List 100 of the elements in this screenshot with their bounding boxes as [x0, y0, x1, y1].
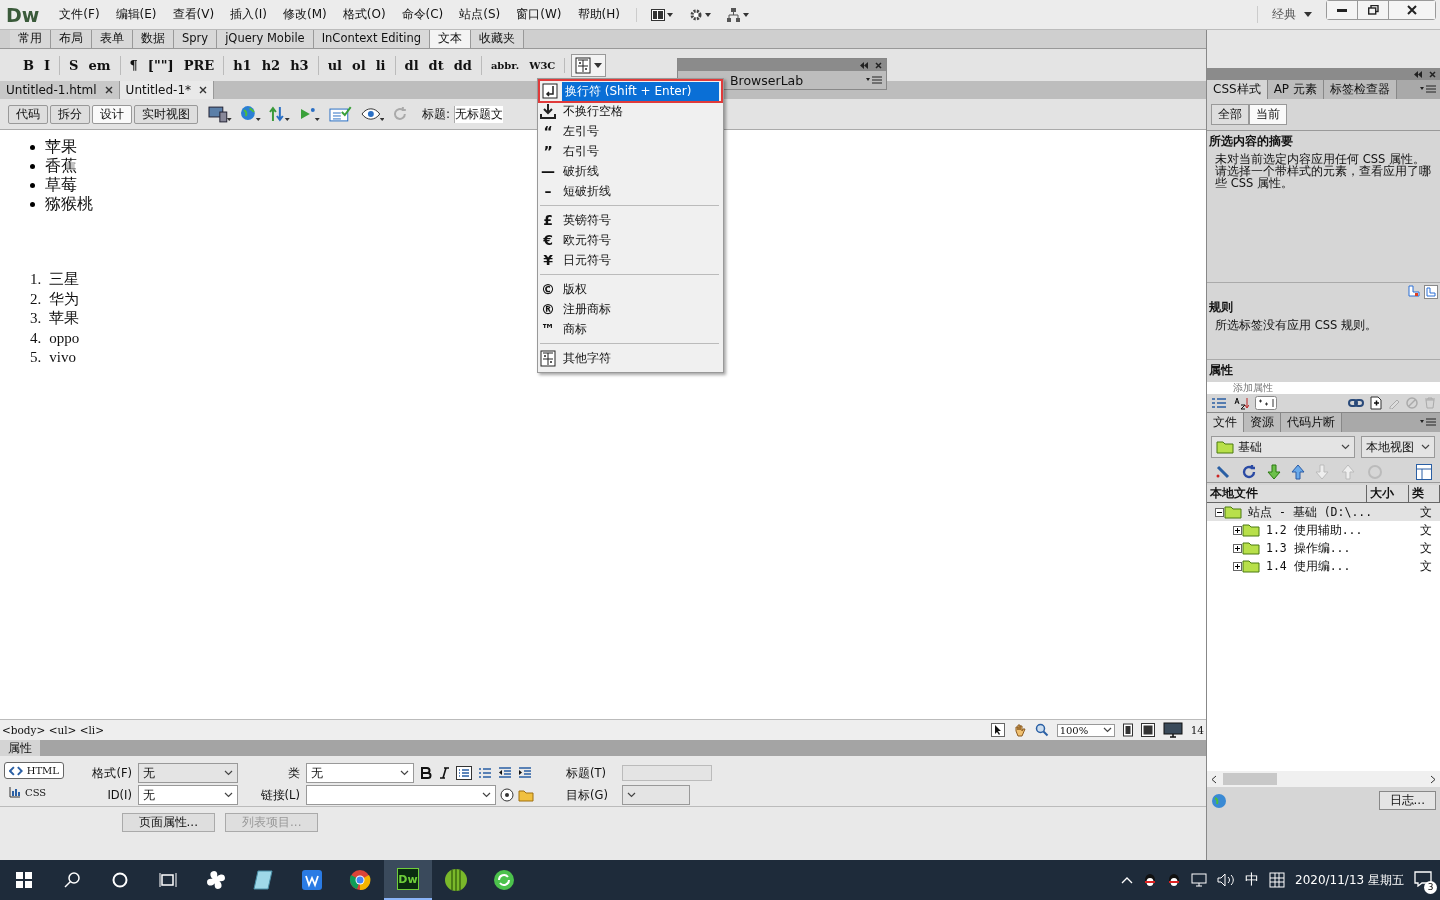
menu-item[interactable]: 不换行空格 [560, 101, 626, 121]
expand-panel-icon[interactable] [1416, 464, 1432, 480]
insert-tab[interactable]: Spry [174, 30, 218, 48]
tree-item[interactable]: 1.2 使用辅助... [1266, 522, 1363, 538]
panel-tab[interactable]: 属性 [0, 740, 40, 756]
menu-item[interactable]: 编辑(E) [107, 4, 165, 25]
menu-item[interactable]: 窗口(W) [508, 4, 570, 25]
format-button[interactable]: em [83, 55, 116, 75]
volume-icon[interactable] [1217, 873, 1235, 887]
category-view-icon[interactable] [1211, 397, 1227, 409]
penguin-icon[interactable] [1167, 872, 1181, 888]
panel-tab[interactable]: 资源 [1244, 413, 1281, 432]
menu-item[interactable]: 查看(V) [164, 4, 223, 25]
scrollbar-thumb[interactable] [1223, 773, 1277, 785]
menu-item[interactable]: 注册商标 [560, 299, 614, 319]
class-select[interactable]: 无 [306, 763, 414, 783]
format-button[interactable]: W3C [524, 57, 561, 73]
document-tab[interactable]: Untitled-1.html [0, 81, 120, 99]
keyboard-grid-icon[interactable] [1269, 872, 1285, 888]
format-button[interactable]: dd [448, 55, 477, 75]
close-button[interactable] [1388, 1, 1435, 19]
format-button[interactable]: abbr. [485, 57, 525, 73]
document-app-icon[interactable] [301, 869, 323, 891]
eye-icon[interactable] [360, 105, 385, 123]
panel-tab[interactable]: CSS样式 [1207, 80, 1268, 99]
checklist-icon[interactable] [328, 105, 353, 123]
outdent-icon[interactable] [498, 767, 512, 779]
view-select[interactable]: 本地视图 [1361, 436, 1435, 458]
title-input[interactable] [622, 765, 712, 781]
format-button[interactable]: h3 [285, 55, 314, 75]
menu-item[interactable]: 日元符号 [560, 250, 614, 270]
minimize-button[interactable] [1327, 1, 1357, 19]
zoom-icon[interactable] [1034, 723, 1049, 737]
refresh-icon[interactable] [1241, 464, 1257, 480]
menu-icon[interactable] [866, 75, 882, 85]
set-properties-icon[interactable] [1255, 396, 1277, 410]
insert-tab[interactable]: 布局 [51, 30, 92, 48]
column-header[interactable]: 本地文件 [1207, 485, 1367, 502]
format-button[interactable]: h2 [256, 55, 286, 75]
check-in-icon[interactable] [1341, 464, 1357, 480]
check-out-icon[interactable] [1315, 464, 1331, 480]
mode-button[interactable]: HTML [4, 762, 64, 779]
menu-item[interactable]: 右引号 [560, 141, 602, 161]
format-button[interactable]: ol [347, 55, 371, 75]
upload-arrow-icon[interactable] [1291, 464, 1305, 480]
insert-tab[interactable]: 表单 [92, 30, 133, 48]
view-button[interactable]: 设计 [92, 104, 132, 124]
numbered-list-icon[interactable] [478, 767, 492, 779]
format-button[interactable]: S [64, 55, 84, 75]
transfer-icon[interactable] [269, 105, 292, 123]
menu-item[interactable]: 欧元符号 [560, 230, 614, 250]
restore-button[interactable] [1357, 1, 1388, 19]
menu-item[interactable]: 站点(S) [451, 4, 509, 25]
format-button[interactable]: h1 [228, 55, 257, 75]
insert-tab[interactable]: 收藏夹 [471, 30, 525, 48]
bulleted-list-icon[interactable] [456, 766, 472, 780]
chevron-up-icon[interactable] [1121, 876, 1133, 884]
insert-tab[interactable]: InContext Editing [313, 30, 431, 48]
bold-icon[interactable] [420, 767, 432, 779]
penguin-icon[interactable] [1143, 872, 1157, 888]
menu-item[interactable]: 短破折线 [560, 181, 614, 201]
mode-button[interactable]: 当前 [1249, 104, 1287, 125]
format-button[interactable]: B [18, 55, 39, 75]
layout-icon[interactable] [650, 8, 673, 21]
view-button[interactable]: 代码 [8, 104, 48, 124]
site-map-icon[interactable] [726, 7, 749, 22]
tree-item[interactable]: 1.4 使用编... [1266, 558, 1351, 574]
column-header[interactable]: 大小 [1367, 485, 1409, 502]
melon-icon[interactable] [444, 868, 468, 892]
new-document-icon[interactable] [1370, 396, 1382, 410]
log-button[interactable]: 日志... [1378, 791, 1436, 810]
search-icon[interactable] [64, 872, 80, 888]
menu-item[interactable]: 文件(F) [51, 4, 108, 25]
tree-item[interactable]: 1.3 操作编... [1266, 540, 1351, 556]
mode-button[interactable]: CSS [4, 783, 64, 801]
view-button[interactable]: 实时视图 [134, 104, 198, 124]
rule-view-icon[interactable] [1424, 285, 1438, 299]
menu-item[interactable]: 换行符 (Shift + Enter) [562, 81, 719, 101]
task-view-icon[interactable] [159, 872, 177, 888]
italic-icon[interactable] [438, 767, 450, 779]
workspace-switcher[interactable]: 经典 [1272, 6, 1296, 23]
insert-tab[interactable]: jQuery Mobile [217, 30, 314, 48]
format-button[interactable]: dl [399, 55, 424, 75]
format-button[interactable]: dt [423, 55, 449, 75]
close-icon[interactable] [104, 86, 113, 94]
panel-tab[interactable]: 标签检查器 [1323, 80, 1397, 99]
panel-tab[interactable]: 代码片断 [1281, 413, 1342, 432]
format-select[interactable]: 无 [138, 763, 238, 783]
collapse-panel-icon[interactable] [859, 61, 869, 69]
format-button[interactable]: I [39, 55, 56, 75]
zoom-select[interactable]: 100% [1056, 723, 1115, 737]
windows-start-icon[interactable] [16, 872, 32, 888]
menu-item[interactable]: 插入(I) [222, 4, 276, 25]
menu-item[interactable]: 格式(O) [334, 4, 394, 25]
format-button[interactable]: li [370, 55, 391, 75]
format-button[interactable]: [""] [142, 55, 179, 75]
menu-item[interactable]: 商标 [560, 319, 590, 339]
panel-tab[interactable]: AP 元素 [1267, 80, 1324, 99]
sort-icon[interactable] [1233, 396, 1249, 410]
menu-item[interactable]: 英镑符号 [560, 210, 614, 230]
